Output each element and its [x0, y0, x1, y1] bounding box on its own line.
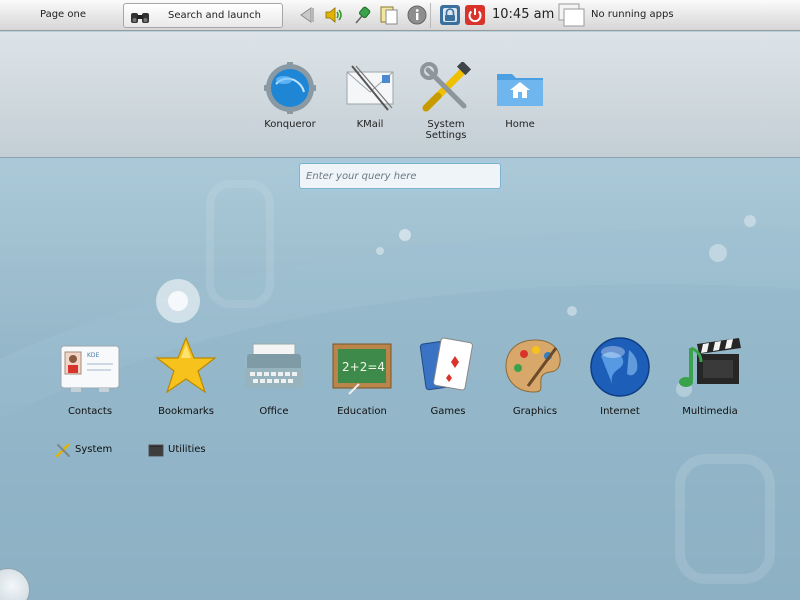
address-card-icon: KDE — [60, 345, 120, 392]
paint-palette-icon — [505, 339, 561, 393]
category-label: Contacts — [67, 406, 113, 417]
clipboard-icon[interactable] — [378, 4, 400, 26]
power-icon[interactable] — [464, 4, 486, 26]
taskbar-label: No running apps — [591, 9, 674, 20]
category-label: Office — [259, 406, 289, 417]
pin-icon[interactable] — [352, 4, 374, 26]
category-utilities[interactable]: Utilities — [148, 442, 228, 458]
windows-icon — [558, 3, 585, 27]
favorite-home[interactable]: Home — [485, 32, 555, 130]
category-label: Bookmarks — [158, 406, 214, 417]
typewriter-icon — [245, 343, 303, 388]
category-system[interactable]: System — [55, 442, 125, 458]
favorite-konqueror[interactable]: Konqueror — [255, 32, 325, 130]
card-text: KDE — [87, 352, 100, 359]
category-label: Utilities — [168, 444, 206, 455]
playing-cards-icon — [419, 337, 473, 391]
page-label[interactable]: Page one — [40, 9, 86, 20]
category-label: Education — [337, 406, 387, 417]
favorites-strip: Konqueror KMail System Settings Home — [0, 32, 800, 158]
search-and-launch-button[interactable]: Search and launch — [123, 3, 283, 28]
category-multimedia[interactable]: Multimedia — [670, 334, 750, 417]
category-office[interactable]: Office — [234, 334, 314, 417]
category-label: Graphics — [512, 406, 558, 417]
chalkboard-icon: 2+2=4 — [332, 343, 392, 395]
favorite-system-settings[interactable]: System Settings — [411, 32, 481, 141]
chalkboard-text: 2+2=4 — [342, 360, 385, 374]
mail-icon — [346, 65, 394, 111]
favorite-kmail[interactable]: KMail — [335, 32, 405, 130]
favorite-label-line1: System — [427, 119, 465, 130]
back-arrow-icon[interactable] — [296, 4, 318, 26]
panel-separator — [430, 3, 431, 28]
favorite-label: System Settings — [411, 119, 481, 141]
globe-icon — [590, 337, 650, 397]
tools-icon — [420, 62, 472, 112]
lock-screen-icon[interactable] — [439, 4, 461, 26]
volume-icon[interactable] — [323, 4, 345, 26]
query-input[interactable] — [300, 164, 500, 188]
favorite-label-line2: Settings — [425, 130, 467, 141]
category-games[interactable]: Games — [408, 334, 488, 417]
star-icon — [155, 336, 217, 394]
tools-icon — [55, 443, 70, 458]
category-contacts[interactable]: KDE Contacts — [50, 334, 130, 417]
clock[interactable]: 10:45 am — [492, 7, 554, 22]
globe-gear-icon — [264, 62, 316, 114]
back-button[interactable] — [0, 568, 30, 600]
category-internet[interactable]: Internet — [580, 334, 660, 417]
favorite-label: Home — [505, 119, 535, 130]
category-label: Internet — [600, 406, 640, 417]
info-icon[interactable] — [406, 4, 428, 26]
favorite-label: KMail — [356, 119, 384, 130]
category-education[interactable]: 2+2=4 Education — [322, 334, 402, 417]
home-folder-icon — [497, 74, 543, 106]
top-panel: Page one Search and launch 10:45 am No r… — [0, 0, 800, 31]
search-and-launch-label: Search and launch — [168, 10, 261, 21]
favorite-label: Konqueror — [264, 119, 316, 130]
category-label: Games — [430, 406, 466, 417]
category-label: System — [75, 444, 113, 455]
category-graphics[interactable]: Graphics — [495, 334, 575, 417]
category-bookmarks[interactable]: Bookmarks — [146, 334, 226, 417]
clapperboard-icon — [679, 338, 741, 387]
binoculars-icon — [131, 13, 149, 23]
terminal-icon — [148, 444, 164, 457]
query-box[interactable] — [299, 163, 501, 189]
category-label: Multimedia — [682, 406, 738, 417]
